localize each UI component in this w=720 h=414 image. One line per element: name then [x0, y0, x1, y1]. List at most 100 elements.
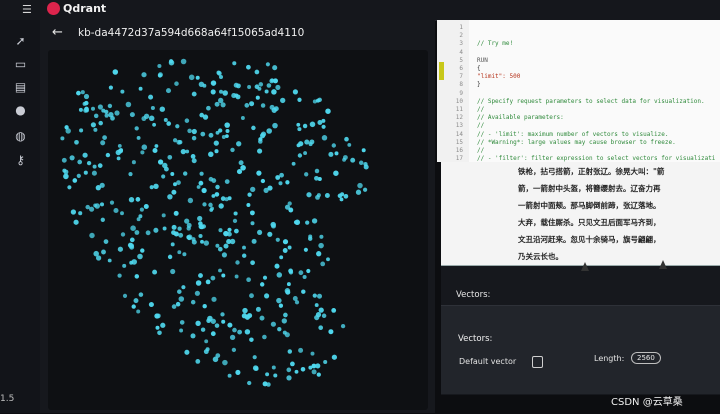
vector-point[interactable]: [242, 245, 246, 250]
vector-point[interactable]: [117, 273, 122, 278]
vector-point[interactable]: [281, 318, 287, 324]
vector-point[interactable]: [311, 369, 317, 375]
vector-point[interactable]: [105, 152, 111, 158]
vector-point[interactable]: [187, 197, 194, 204]
vector-point[interactable]: [198, 273, 203, 279]
vector-point[interactable]: [141, 72, 147, 78]
vector-point[interactable]: [77, 159, 83, 165]
vector-point[interactable]: [271, 107, 277, 113]
vector-point[interactable]: [342, 155, 348, 160]
vector-point[interactable]: [267, 231, 273, 237]
vector-point[interactable]: [355, 189, 362, 195]
vector-point[interactable]: [339, 197, 344, 202]
vector-point[interactable]: [357, 182, 363, 189]
collections-icon[interactable]: ▤: [13, 79, 28, 94]
vector-point[interactable]: [315, 363, 321, 369]
vector-point[interactable]: [161, 174, 166, 179]
vector-point[interactable]: [246, 203, 251, 207]
vector-point[interactable]: [255, 95, 260, 100]
vector-point[interactable]: [131, 160, 136, 165]
vector-point[interactable]: [204, 339, 209, 344]
vector-point[interactable]: [73, 219, 79, 225]
vector-point[interactable]: [343, 193, 349, 199]
vector-point[interactable]: [201, 187, 207, 194]
vector-point[interactable]: [177, 139, 183, 145]
vector-point[interactable]: [152, 122, 157, 127]
vector-point[interactable]: [129, 237, 135, 243]
vector-point[interactable]: [303, 151, 308, 156]
vector-point[interactable]: [134, 126, 139, 131]
vector-point[interactable]: [282, 239, 289, 245]
vector-point[interactable]: [235, 369, 241, 375]
vector-point[interactable]: [83, 93, 90, 100]
vector-point[interactable]: [152, 147, 158, 154]
vector-point[interactable]: [179, 328, 184, 333]
vector-point[interactable]: [113, 207, 119, 214]
vector-point[interactable]: [205, 279, 211, 285]
vector-point[interactable]: [167, 154, 173, 160]
vector-point[interactable]: [74, 139, 79, 145]
vector-point[interactable]: [195, 320, 201, 326]
vector-point[interactable]: [271, 89, 277, 95]
vector-point[interactable]: [93, 203, 98, 208]
vector-point[interactable]: [181, 285, 186, 290]
vector-point[interactable]: [148, 115, 155, 122]
vector-point[interactable]: [82, 101, 87, 106]
request-editor[interactable]: 1 2 3// Try me! 4 5 RUN 6{7 "limit": 500 8} 9 10//…: [437, 20, 720, 162]
vector-point[interactable]: [210, 318, 216, 324]
vector-point[interactable]: [190, 333, 196, 339]
vector-point[interactable]: [143, 203, 149, 210]
vector-point[interactable]: [205, 347, 210, 352]
vector-point[interactable]: [199, 171, 204, 176]
vector-point[interactable]: [331, 354, 338, 360]
vector-point[interactable]: [294, 300, 300, 305]
vector-point[interactable]: [95, 255, 102, 261]
scatter-plot[interactable]: [48, 50, 428, 410]
vector-point[interactable]: [170, 242, 175, 247]
vector-point[interactable]: [202, 114, 209, 120]
vector-point[interactable]: [262, 334, 267, 340]
vector-point[interactable]: [271, 223, 276, 229]
vector-point[interactable]: [321, 135, 328, 141]
vector-point[interactable]: [196, 185, 201, 189]
vector-point[interactable]: [266, 128, 272, 134]
vector-point[interactable]: [148, 94, 154, 100]
vector-point[interactable]: [304, 172, 309, 177]
vector-point[interactable]: [316, 372, 321, 377]
vector-point[interactable]: [234, 274, 239, 279]
rocket-icon[interactable]: ➚: [13, 33, 28, 48]
vector-point[interactable]: [128, 197, 135, 203]
vector-point[interactable]: [326, 257, 330, 262]
vector-point[interactable]: [259, 315, 265, 321]
vector-point[interactable]: [233, 211, 238, 216]
vector-point[interactable]: [97, 104, 103, 110]
vector-point[interactable]: [278, 303, 284, 308]
vector-point[interactable]: [340, 192, 345, 197]
vector-point[interactable]: [130, 225, 136, 231]
hamburger-icon[interactable]: ☰: [22, 3, 32, 16]
vector-point[interactable]: [136, 309, 141, 314]
vector-point[interactable]: [255, 306, 261, 312]
vector-point[interactable]: [256, 170, 262, 176]
vector-point[interactable]: [286, 375, 292, 381]
vector-point[interactable]: [133, 298, 139, 304]
vector-point[interactable]: [232, 61, 237, 66]
vector-point[interactable]: [184, 218, 190, 224]
vector-point[interactable]: [79, 128, 84, 133]
vector-point[interactable]: [320, 261, 326, 267]
vector-point[interactable]: [317, 120, 323, 125]
vector-point[interactable]: [138, 292, 144, 297]
vector-point[interactable]: [252, 355, 257, 360]
vector-point[interactable]: [200, 239, 204, 244]
vector-point[interactable]: [107, 103, 113, 109]
vector-point[interactable]: [234, 228, 239, 234]
lightbulb-icon[interactable]: ●: [13, 102, 28, 117]
vector-point[interactable]: [321, 313, 327, 319]
vector-point[interactable]: [210, 275, 216, 281]
vector-point[interactable]: [278, 181, 283, 186]
vector-point[interactable]: [304, 139, 310, 145]
vector-point[interactable]: [286, 282, 291, 287]
vector-point[interactable]: [134, 230, 140, 235]
vector-point[interactable]: [300, 367, 306, 372]
vector-point[interactable]: [266, 382, 271, 387]
